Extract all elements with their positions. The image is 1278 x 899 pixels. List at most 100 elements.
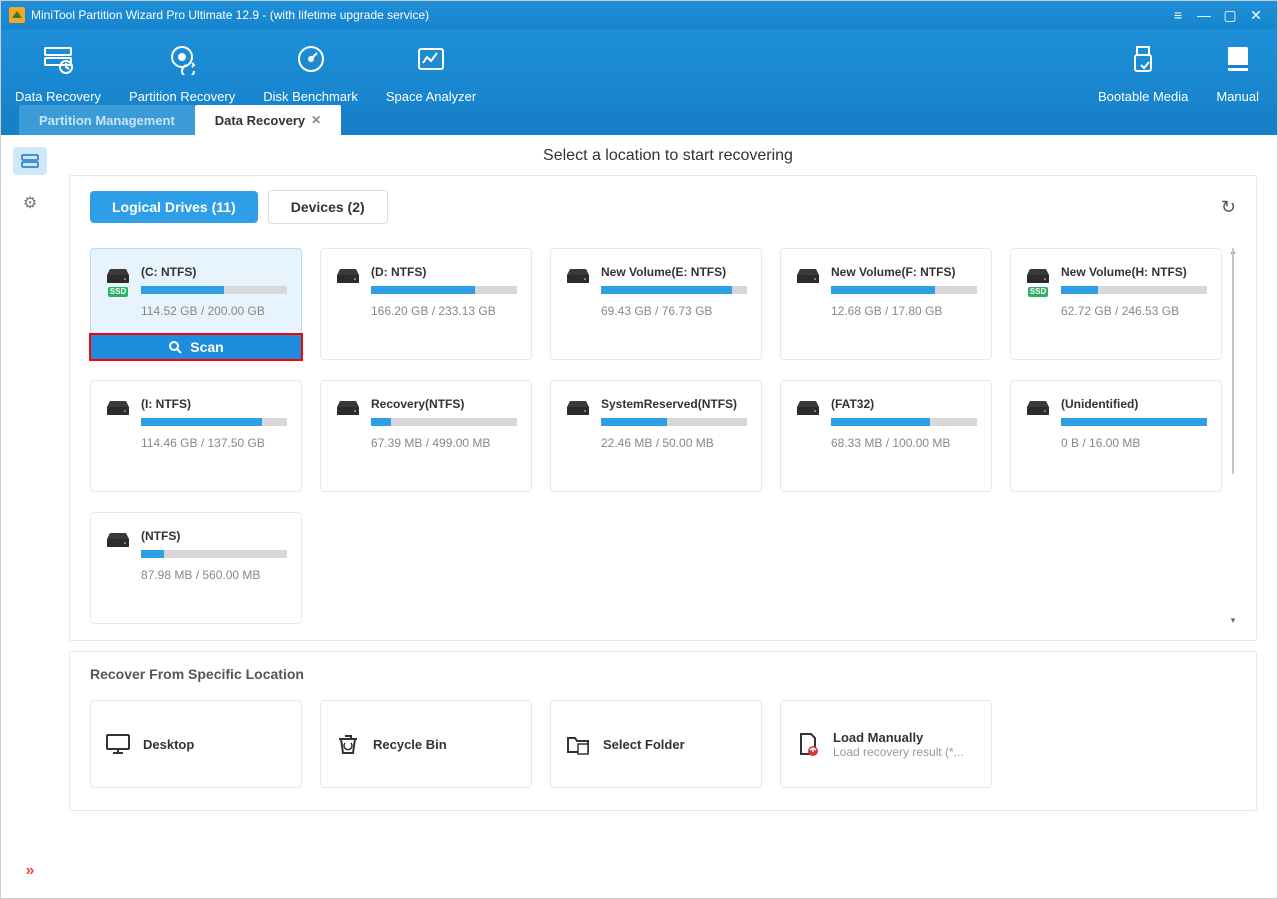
maximize-button[interactable]: ▢ xyxy=(1217,7,1243,24)
menu-icon[interactable]: ≡ xyxy=(1165,7,1191,23)
gear-icon: ⚙ xyxy=(23,193,37,213)
window-title: MiniTool Partition Wizard Pro Ultimate 1… xyxy=(31,8,1165,22)
drive-card[interactable]: (D: NTFS)166.20 GB / 233.13 GB xyxy=(320,248,532,360)
disk-benchmark-toolbtn[interactable]: Disk Benchmark xyxy=(249,43,372,104)
drive-name: (I: NTFS) xyxy=(141,397,287,411)
location-name: Desktop xyxy=(143,737,194,752)
drive-size: 114.52 GB / 200.00 GB xyxy=(141,304,287,318)
main-tabs: Partition Management Data Recovery ✕ xyxy=(1,105,1277,135)
recycle-bin-icon xyxy=(335,731,361,757)
scan-label: Scan xyxy=(190,339,223,355)
drives-panel: Logical Drives (11) Devices (2) ↻ SSD (C:… xyxy=(69,175,1257,641)
drive-card[interactable]: (Unidentified)0 B / 16.00 MB xyxy=(1010,380,1222,492)
drive-size: 68.33 MB / 100.00 MB xyxy=(831,436,977,450)
usage-bar xyxy=(601,418,747,426)
drive-name: New Volume(E: NTFS) xyxy=(601,265,747,279)
scroll-down-arrow[interactable]: ▾ xyxy=(1230,615,1236,626)
tab-partition-management[interactable]: Partition Management xyxy=(19,105,195,135)
drive-card[interactable]: Recovery(NTFS)67.39 MB / 499.00 MB xyxy=(320,380,532,492)
usage-bar xyxy=(371,418,517,426)
drive-name: (C: NTFS) xyxy=(141,265,287,279)
data-recovery-toolbtn[interactable]: Data Recovery xyxy=(1,43,115,104)
book-icon xyxy=(1222,43,1254,75)
drive-size: 69.43 GB / 76.73 GB xyxy=(601,304,747,318)
drive-card[interactable]: SystemReserved(NTFS) 22.46 MB / 50.00 MB xyxy=(550,380,762,492)
locations-panel: Recover From Specific Location DesktopRe… xyxy=(69,651,1257,811)
location-name: Load Manually xyxy=(833,730,964,745)
folder-icon xyxy=(565,731,591,757)
drive-size: 67.39 MB / 499.00 MB xyxy=(371,436,517,450)
page-heading: Select a location to start recovering xyxy=(59,135,1277,175)
drive-card[interactable]: New Volume(E: NTFS) 69.43 GB / 76.73 GB xyxy=(550,248,762,360)
location-subtitle: Load recovery result (*... xyxy=(833,745,964,759)
usage-bar xyxy=(1061,286,1207,294)
location-card[interactable]: Recycle Bin xyxy=(320,700,532,788)
drive-size: 114.46 GB / 137.50 GB xyxy=(141,436,287,450)
drive-size: 0 B / 16.00 MB xyxy=(1061,436,1207,450)
sidebar-expand-button[interactable]: » xyxy=(26,862,35,880)
drive-card[interactable]: New Volume(F: NTFS) 12.68 GB / 17.80 GB xyxy=(780,248,992,360)
location-name: Select Folder xyxy=(603,737,685,752)
disk-benchmark-icon xyxy=(295,43,327,75)
main-content: Select a location to start recovering Lo… xyxy=(59,135,1277,898)
usage-bar xyxy=(371,286,517,294)
partition-recovery-icon xyxy=(166,43,198,75)
scroll-thumb[interactable] xyxy=(1232,248,1234,474)
hdd-icon xyxy=(335,399,361,417)
hdd-icon xyxy=(335,267,361,285)
bootable-media-toolbtn[interactable]: Bootable Media xyxy=(1084,43,1202,104)
tab-logical-drives[interactable]: Logical Drives (11) xyxy=(90,191,258,223)
hdd-icon xyxy=(1025,399,1051,417)
partition-recovery-toolbtn[interactable]: Partition Recovery xyxy=(115,43,249,104)
tab-devices[interactable]: Devices (2) xyxy=(268,190,388,224)
sidebar: ⚙ » xyxy=(1,135,59,898)
minimize-button[interactable]: — xyxy=(1191,7,1217,23)
close-tab-icon[interactable]: ✕ xyxy=(311,113,321,127)
drive-size: 22.46 MB / 50.00 MB xyxy=(601,436,747,450)
drive-grid: SSD (C: NTFS) 114.52 GB / 200.00 GB Scan (D:… xyxy=(90,248,1222,624)
ssd-badge: SSD xyxy=(1028,287,1048,297)
search-icon xyxy=(168,340,182,354)
hdd-icon xyxy=(1025,267,1051,285)
space-analyzer-toolbtn[interactable]: Space Analyzer xyxy=(372,43,490,104)
drive-scrollbar[interactable]: ▴ ▾ xyxy=(1230,248,1236,624)
usb-icon xyxy=(1127,43,1159,75)
drive-size: 12.68 GB / 17.80 GB xyxy=(831,304,977,318)
drive-card[interactable]: SSD(C: NTFS)114.52 GB / 200.00 GBScan xyxy=(90,248,302,360)
space-analyzer-icon xyxy=(415,43,447,75)
location-name: Recycle Bin xyxy=(373,737,447,752)
drive-card[interactable]: (FAT32) 68.33 MB / 100.00 MB xyxy=(780,380,992,492)
hdd-icon xyxy=(105,399,131,417)
drive-name: SystemReserved(NTFS) xyxy=(601,397,747,411)
tab-data-recovery[interactable]: Data Recovery ✕ xyxy=(195,105,341,135)
manual-toolbtn[interactable]: Manual xyxy=(1202,43,1273,104)
refresh-button[interactable]: ↻ xyxy=(1221,197,1236,218)
usage-bar xyxy=(141,550,287,558)
location-card[interactable]: Load ManuallyLoad recovery result (*... xyxy=(780,700,992,788)
location-card[interactable]: Select Folder xyxy=(550,700,762,788)
drive-name: (NTFS) xyxy=(141,529,287,543)
usage-bar xyxy=(1061,418,1207,426)
hdd-icon xyxy=(105,267,131,285)
scan-button[interactable]: Scan xyxy=(89,333,303,361)
drive-name: New Volume(F: NTFS) xyxy=(831,265,977,279)
hdd-icon xyxy=(795,399,821,417)
load-file-icon xyxy=(795,731,821,757)
drive-card[interactable]: (NTFS)87.98 MB / 560.00 MB xyxy=(90,512,302,624)
app-logo-icon xyxy=(9,7,25,23)
usage-bar xyxy=(141,418,287,426)
location-grid: Desktop Recycle Bin Select Folder Load Manu… xyxy=(90,700,1236,788)
drive-card[interactable]: (I: NTFS) 114.46 GB / 137.50 GB xyxy=(90,380,302,492)
drive-name: (D: NTFS) xyxy=(371,265,517,279)
sidebar-settings-button[interactable]: ⚙ xyxy=(13,189,47,217)
close-button[interactable]: ✕ xyxy=(1243,7,1269,24)
usage-bar xyxy=(141,286,287,294)
data-recovery-icon xyxy=(42,43,74,75)
desktop-icon xyxy=(105,731,131,757)
drive-card[interactable]: SSDNew Volume(H: NTFS)62.72 GB / 246.53 … xyxy=(1010,248,1222,360)
location-card[interactable]: Desktop xyxy=(90,700,302,788)
sidebar-home-button[interactable] xyxy=(13,147,47,175)
drive-name: (FAT32) xyxy=(831,397,977,411)
titlebar: MiniTool Partition Wizard Pro Ultimate 1… xyxy=(1,1,1277,29)
drive-size: 62.72 GB / 246.53 GB xyxy=(1061,304,1207,318)
